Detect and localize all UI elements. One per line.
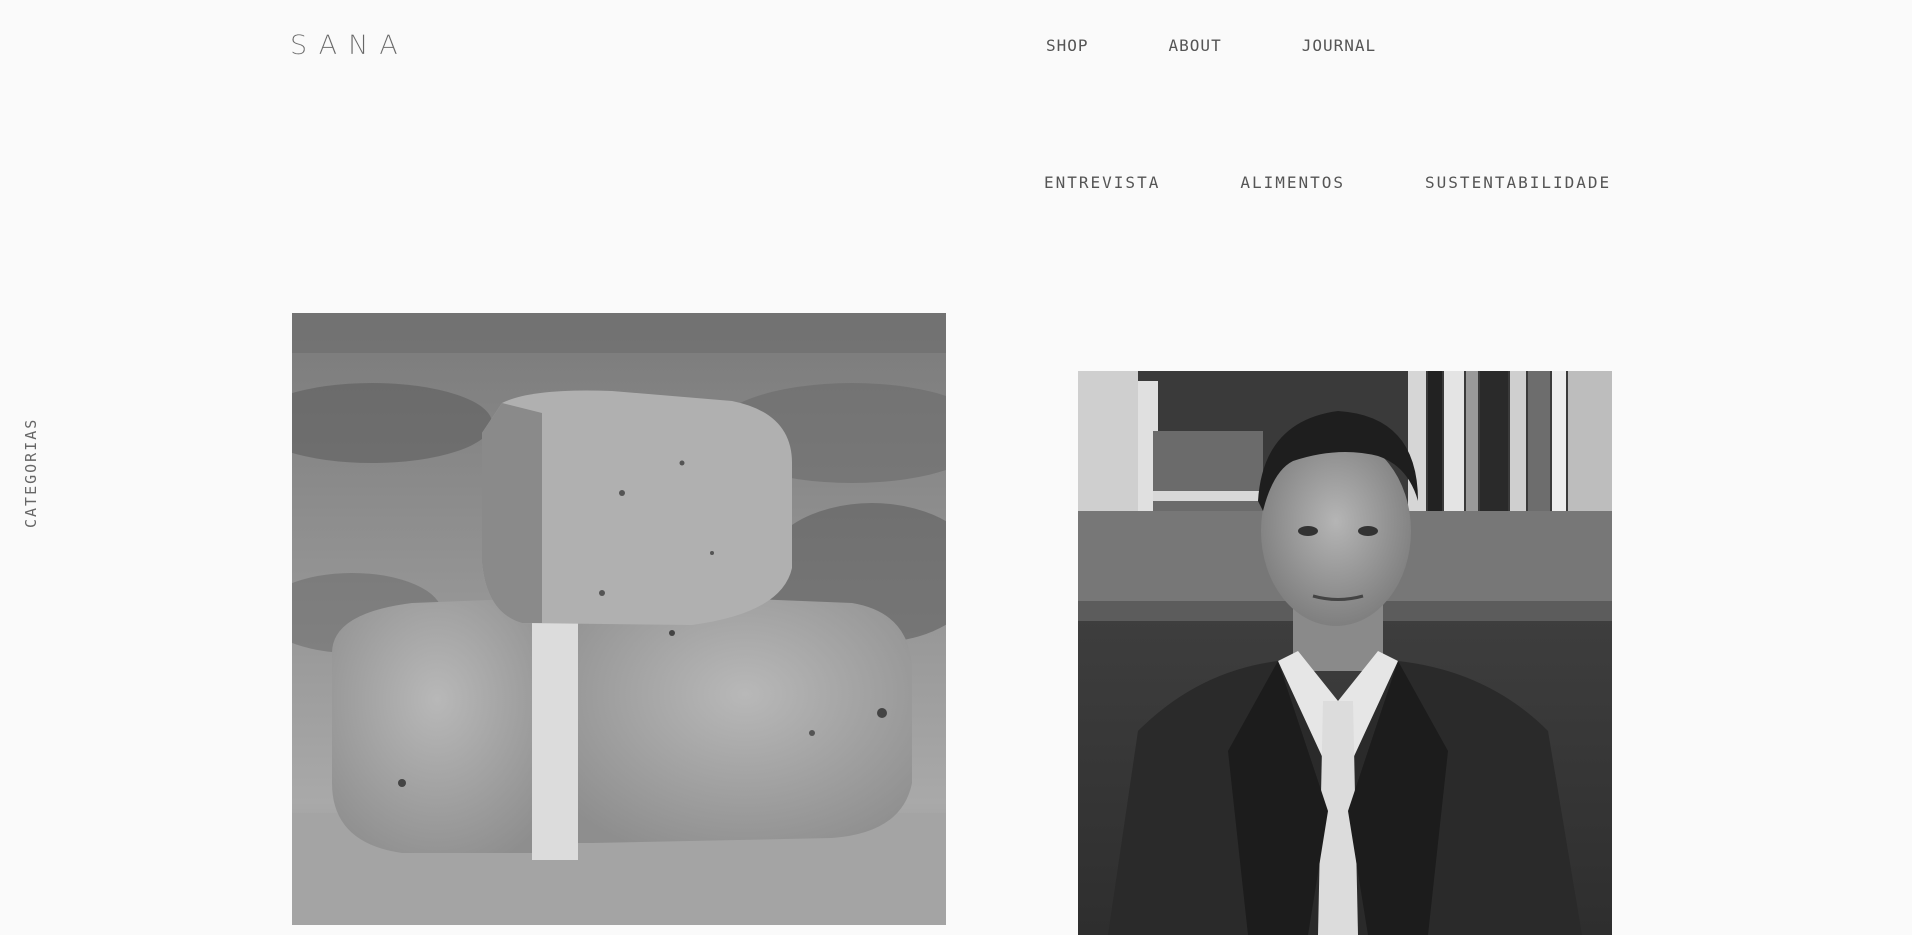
cheese-photo	[292, 313, 946, 925]
top-nav: SHOP ABOUT JOURNAL	[1046, 36, 1376, 55]
nav-link-about[interactable]: ABOUT	[1169, 36, 1222, 55]
nav-link-shop[interactable]: SHOP	[1046, 36, 1089, 55]
article-card-cheese[interactable]	[292, 313, 946, 925]
category-nav: ENTREVISTA ALIMENTOS SUSTENTABILIDADE	[1044, 173, 1611, 192]
portrait-photo	[1078, 371, 1612, 935]
article-card-interview[interactable]	[1078, 371, 1612, 935]
category-link-sustentabilidade[interactable]: SUSTENTABILIDADE	[1425, 173, 1611, 192]
category-link-alimentos[interactable]: ALIMENTOS	[1240, 173, 1345, 192]
category-link-entrevista[interactable]: ENTREVISTA	[1044, 173, 1160, 192]
categories-side-toggle[interactable]: CATEGORIAS	[22, 418, 40, 528]
nav-link-journal[interactable]: JOURNAL	[1302, 36, 1376, 55]
brand-logo[interactable]: SANA	[290, 30, 409, 61]
